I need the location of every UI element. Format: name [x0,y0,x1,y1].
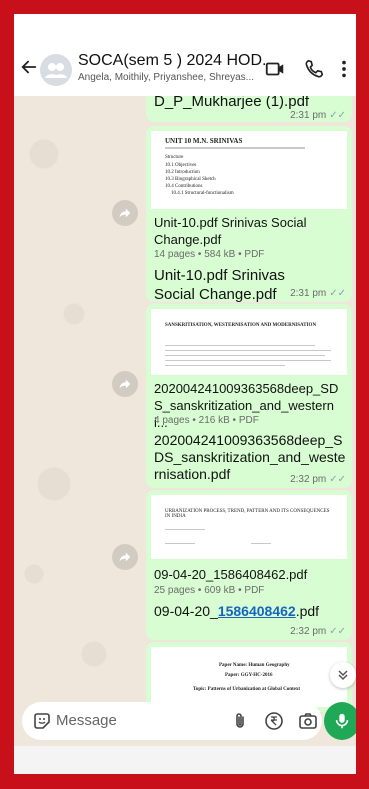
microphone-icon [335,713,349,729]
message-time: 2:31 pm ✓✓ [290,110,346,121]
group-members[interactable]: Angela, Moithily, Priyanshee, Shreyas... [78,72,268,83]
preview-line: Structure [165,155,184,160]
file-meta: 25 pages • 609 kB • PDF [154,585,265,596]
forward-icon[interactable] [112,371,138,397]
group-title[interactable]: SOCA(sem 5 ) 2024 HOD... [78,52,268,70]
video-call-icon[interactable] [264,58,286,80]
file-meta: 14 pages • 584 kB • PDF [154,249,265,260]
document-message[interactable]: SANSKRITISATION, WESTERNISATION AND MODE… [146,304,352,488]
preview-line: 10.2 Introduction [165,170,200,175]
scroll-to-bottom-button[interactable] [330,662,356,688]
preview-heading: UNIT 10 M.N. SRINIVAS [165,137,243,145]
file-meta: 4 pages • 216 kB • PDF [154,415,259,426]
voice-message-button[interactable] [324,702,356,740]
forward-icon[interactable] [112,200,138,226]
document-preview[interactable]: UNIT 10 M.N. SRINIVAS Structure 10.1 Obj… [151,131,347,209]
preview-line: 10.4.1 Structural-functionalism [171,191,234,196]
attach-icon[interactable] [230,711,250,731]
document-preview[interactable]: SANSKRITISATION, WESTERNISATION AND MODE… [151,309,347,375]
message-time: 2:32 pm ✓✓ [290,626,346,637]
chat-screen: SOCA(sem 5 ) 2024 HOD... Angela, Moithil… [14,14,356,774]
preview-line: Topic: Patterns of Urbanization at Globa… [193,687,301,692]
message-time: 2:32 pm ✓✓ [290,474,346,485]
read-ticks-icon: ✓✓ [329,626,346,637]
message-time: 2:31 pm ✓✓ [290,288,346,299]
forward-icon[interactable] [112,544,138,570]
rupee-payment-icon[interactable] [264,711,284,731]
document-message[interactable]: UNIT 10 M.N. SRINIVAS Structure 10.1 Obj… [146,126,352,302]
message-caption: Unit-10.pdf Srinivas Social Change.pdf [154,267,285,302]
preview-line: 10.3 Biographical Sketch [165,177,216,182]
read-ticks-icon: ✓✓ [329,288,346,299]
back-arrow-icon[interactable] [20,58,38,76]
double-chevron-down-icon [338,670,348,681]
document-message[interactable]: URBANIZATION PROCESS, TREND, PATTERN AND… [146,490,352,640]
read-ticks-icon: ✓✓ [329,474,346,485]
message-caption: 09-04-20_1586408462.pdf [154,603,320,619]
voice-call-icon[interactable] [303,58,325,80]
file-name: Unit-10.pdf Srinivas Social Change.pdf [154,215,307,247]
more-options-icon[interactable] [338,58,350,80]
preview-line: 10.1 Objectives [165,163,197,168]
preview-line: Paper: GGY-HC-2016 [225,673,273,678]
camera-icon[interactable] [298,711,318,731]
chat-header: SOCA(sem 5 ) 2024 HOD... Angela, Moithil… [14,14,356,96]
emoji-sticker-icon[interactable] [32,711,52,731]
caption-link[interactable]: 1586408462 [218,603,296,619]
message-input-bar [22,702,322,740]
document-preview[interactable]: Paper Name: Human Geography Paper: GGY-H… [151,647,347,707]
document-preview[interactable]: URBANIZATION PROCESS, TREND, PATTERN AND… [151,495,347,559]
preview-heading: SANSKRITISATION, WESTERNISATION AND MODE… [165,323,317,328]
navigation-bar [14,746,356,774]
file-name: 09-04-20_1586408462.pdf [154,567,308,582]
preview-heading: URBANIZATION PROCESS, TREND, PATTERN AND… [165,509,330,519]
message-input[interactable] [56,712,176,729]
preview-line: Paper Name: Human Geography [219,663,290,668]
preview-line: 10.4 Contributions [165,184,203,189]
group-avatar-icon[interactable] [40,54,72,86]
read-ticks-icon: ✓✓ [329,110,346,121]
